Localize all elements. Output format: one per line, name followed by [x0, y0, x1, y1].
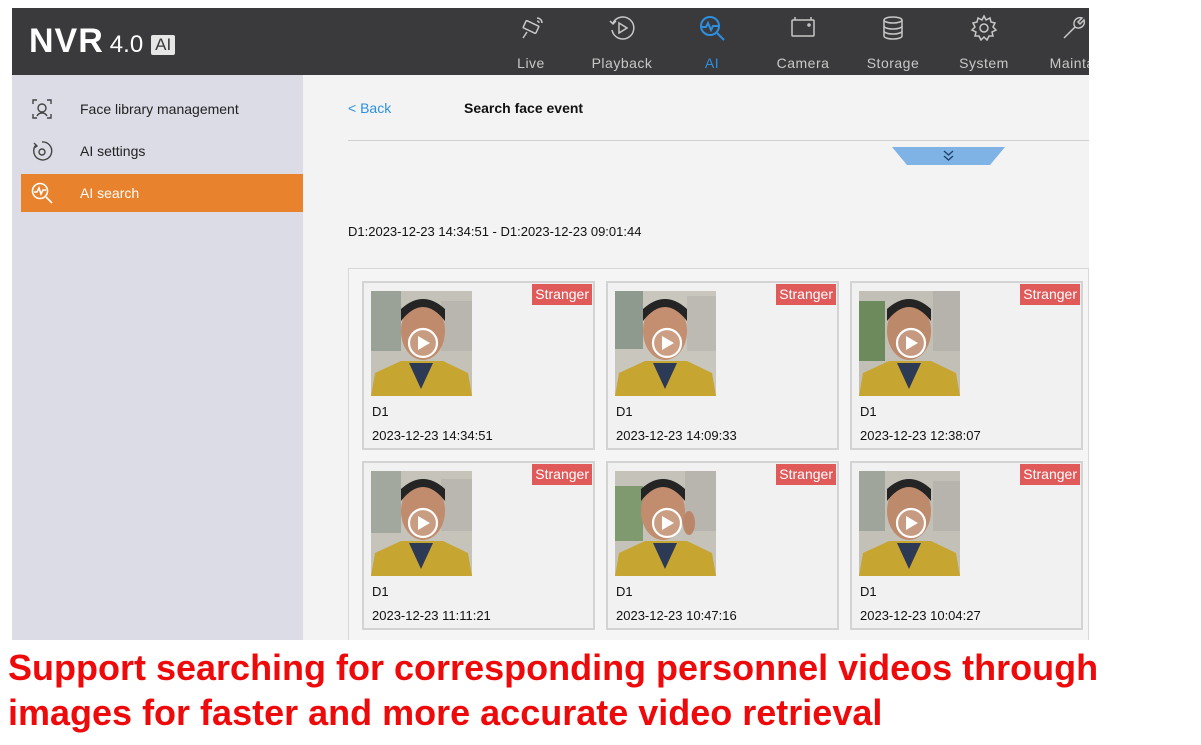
nav-storage[interactable]: Storage: [848, 8, 938, 75]
nav-maintain-label: Maintai: [1049, 55, 1089, 71]
stranger-badge: Stranger: [532, 464, 592, 485]
result-card[interactable]: Stranger D1 2023-12-23 14:09:33: [606, 281, 839, 450]
ai-search-icon: [700, 16, 725, 41]
nvr-app-window: NVR 4.0 AI Live Playback AI Camera Stora…: [12, 8, 1089, 640]
stranger-badge: Stranger: [776, 284, 836, 305]
camera-channel: D1: [860, 404, 877, 419]
camera-signal-icon: [522, 17, 543, 39]
stranger-badge: Stranger: [532, 284, 592, 305]
result-card[interactable]: Stranger D1 2023-12-23 10:04:27: [850, 461, 1083, 630]
gear-icon: [970, 14, 998, 42]
page-title: Search face event: [464, 100, 584, 116]
sidebar-item-face-library-label: Face library management: [80, 101, 239, 117]
event-timestamp: 2023-12-23 10:47:16: [616, 608, 737, 623]
nav-system[interactable]: System: [939, 8, 1029, 75]
nav-maintain[interactable]: Maintai: [1029, 8, 1089, 75]
face-thumbnail[interactable]: [615, 291, 716, 396]
promo-caption: Support searching for corresponding pers…: [8, 647, 1099, 733]
sidebar-item-ai-settings-label: AI settings: [80, 143, 146, 159]
face-thumbnail[interactable]: [859, 471, 960, 576]
event-timestamp: 2023-12-23 10:04:27: [860, 608, 981, 623]
face-thumbnail[interactable]: [615, 471, 716, 576]
search-range-text: D1:2023-12-23 14:34:51 - D1:2023-12-23 0…: [348, 224, 642, 239]
event-timestamp: 2023-12-23 14:34:51: [372, 428, 493, 443]
face-thumbnail[interactable]: [371, 471, 472, 576]
nvr-logo: NVR 4.0 AI: [29, 22, 176, 62]
stranger-badge: Stranger: [1020, 284, 1080, 305]
logo-brand: NVR: [29, 22, 104, 60]
nav-storage-label: Storage: [866, 55, 920, 71]
stranger-badge: Stranger: [776, 464, 836, 485]
sidebar-item-ai-settings[interactable]: AI settings: [21, 132, 303, 170]
back-link[interactable]: < Back: [348, 100, 391, 116]
camera-icon: [791, 17, 815, 37]
event-timestamp: 2023-12-23 12:38:07: [860, 428, 981, 443]
result-card[interactable]: Stranger D1 2023-12-23 10:47:16: [606, 461, 839, 630]
event-timestamp: 2023-12-23 11:11:21: [372, 608, 491, 623]
logo-ai-badge: AI: [151, 35, 176, 55]
nav-playback[interactable]: Playback: [577, 8, 667, 75]
face-thumbnail[interactable]: [371, 291, 472, 396]
nav-camera[interactable]: Camera: [758, 8, 848, 75]
result-card[interactable]: Stranger D1 2023-12-23 11:11:21: [362, 461, 595, 630]
playback-icon: [609, 16, 635, 40]
face-library-icon: [32, 99, 52, 119]
result-card[interactable]: Stranger D1 2023-12-23 12:38:07: [850, 281, 1083, 450]
nav-playback-label: Playback: [591, 55, 653, 71]
wrench-icon: [1063, 16, 1086, 39]
nav-live[interactable]: Live: [486, 8, 576, 75]
main-panel: < Back Search face event D1:2023-12-23 1…: [303, 75, 1089, 640]
camera-channel: D1: [616, 584, 633, 599]
stranger-badge: Stranger: [1020, 464, 1080, 485]
logo-version: 4.0: [109, 31, 144, 58]
camera-channel: D1: [372, 404, 389, 419]
sidebar: Face library management AI settings AI s…: [12, 75, 303, 640]
nav-camera-label: Camera: [776, 55, 830, 71]
results-grid: Stranger D1 2023-12-23 14:34:51 Stranger…: [348, 268, 1089, 640]
expand-filter-tab[interactable]: [892, 147, 1005, 165]
nav-live-label: Live: [517, 55, 545, 71]
camera-channel: D1: [860, 584, 877, 599]
camera-channel: D1: [616, 404, 633, 419]
camera-channel: D1: [372, 584, 389, 599]
ai-search-icon: [31, 182, 53, 204]
nav-system-label: System: [959, 55, 1009, 71]
sidebar-item-ai-search-label: AI search: [80, 185, 140, 201]
event-timestamp: 2023-12-23 14:09:33: [616, 428, 737, 443]
sidebar-item-face-library[interactable]: Face library management: [21, 90, 303, 128]
sidebar-item-ai-search[interactable]: AI search: [21, 174, 303, 212]
nav-ai[interactable]: AI: [667, 8, 757, 75]
face-thumbnail[interactable]: [859, 291, 960, 396]
result-card[interactable]: Stranger D1 2023-12-23 14:34:51: [362, 281, 595, 450]
title-divider: [348, 140, 1089, 141]
ai-settings-icon: [33, 141, 53, 161]
top-navigation-bar: NVR 4.0 AI Live Playback AI Camera Stora…: [12, 8, 1089, 75]
storage-icon: [883, 16, 903, 40]
nav-ai-label: AI: [704, 55, 720, 71]
